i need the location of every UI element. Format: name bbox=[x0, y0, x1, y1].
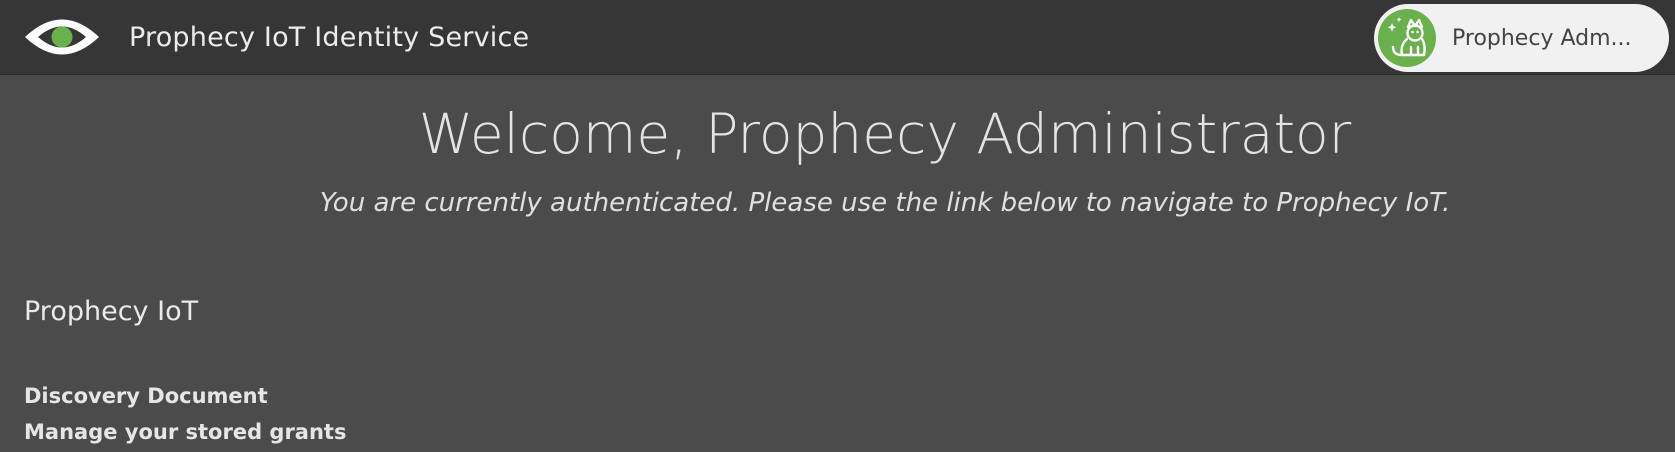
top-navbar: Prophecy IoT Identity Service Prophecy A… bbox=[0, 0, 1675, 75]
cat-avatar-icon bbox=[1378, 9, 1436, 67]
welcome-subtitle: You are currently authenticated. Please … bbox=[319, 188, 1451, 218]
prophecy-iot-link[interactable]: Prophecy IoT bbox=[24, 296, 198, 327]
user-menu-button[interactable]: Prophecy Adm... bbox=[1374, 4, 1669, 72]
manage-grants-link[interactable]: Manage your stored grants bbox=[24, 420, 346, 444]
user-display-name: Prophecy Adm... bbox=[1452, 26, 1632, 51]
welcome-title: Welcome, Prophecy Administrator bbox=[418, 102, 1352, 166]
app-title[interactable]: Prophecy IoT Identity Service bbox=[129, 22, 529, 53]
eye-icon[interactable] bbox=[23, 10, 101, 64]
discovery-document-link[interactable]: Discovery Document bbox=[24, 384, 268, 408]
